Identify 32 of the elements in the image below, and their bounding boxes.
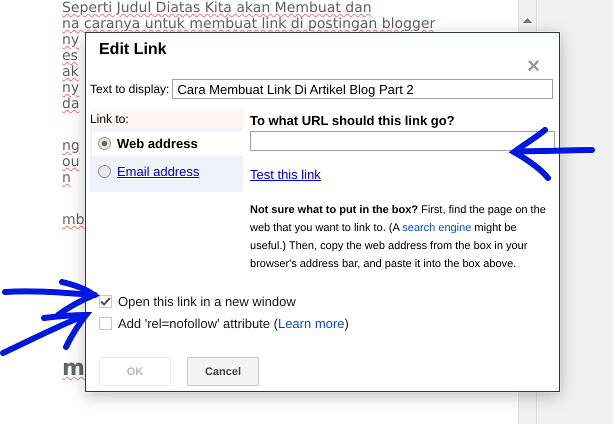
checkbox[interactable]	[99, 317, 112, 330]
link-type-option[interactable]: Email address	[92, 159, 243, 184]
document-text: na caranya untuk membuat link di postingan blogger	[62, 16, 436, 32]
document-text: da	[62, 96, 80, 112]
checkbox-label: Add 'rel=nofollow' attribute (Learn more)	[118, 316, 349, 331]
dialog-title: Edit Link	[99, 41, 167, 59]
document-text: ng	[62, 138, 80, 154]
radio-button[interactable]	[98, 165, 111, 178]
dialog-button[interactable]: Cancel	[187, 357, 259, 386]
document-text: m	[62, 356, 85, 382]
field-label: Text to display:	[90, 82, 170, 96]
url-field[interactable]	[250, 131, 555, 151]
help-text: Not sure what to put in the box? First, find the page on the web that you want to link to. (A search engine might be useful.) Then, copy the web address from the box in your browser's address bar, and paste it into the box above.	[250, 203, 547, 272]
document-text: ny	[62, 80, 80, 96]
document-text: es	[62, 48, 78, 64]
radio-button[interactable]	[98, 137, 111, 150]
link-to-label: Link to:	[90, 112, 129, 126]
link-type-option[interactable]: Web address	[92, 131, 243, 156]
checkbox-label: Open this link in a new window	[118, 294, 296, 309]
document-text: mb	[62, 212, 85, 228]
search-engine-link[interactable]: search engine	[402, 222, 472, 234]
learn-more-link[interactable]: Learn more	[278, 316, 344, 331]
checkbox[interactable]	[99, 295, 112, 308]
document-text: n	[62, 170, 71, 186]
document-text: ny	[62, 32, 80, 48]
scroll-up-icon[interactable]	[523, 18, 532, 23]
test-link[interactable]: Test this link	[250, 167, 321, 182]
document-text: ak	[62, 64, 79, 80]
url-heading: To what URL should this link go?	[250, 113, 455, 128]
document-text: ou	[62, 154, 80, 170]
document-text: Seperti Judul Diatas Kita akan Membuat dan	[62, 0, 372, 16]
text-to-display-field[interactable]: Cara Membuat Link Di Artikel Blog Part 2	[172, 79, 554, 99]
